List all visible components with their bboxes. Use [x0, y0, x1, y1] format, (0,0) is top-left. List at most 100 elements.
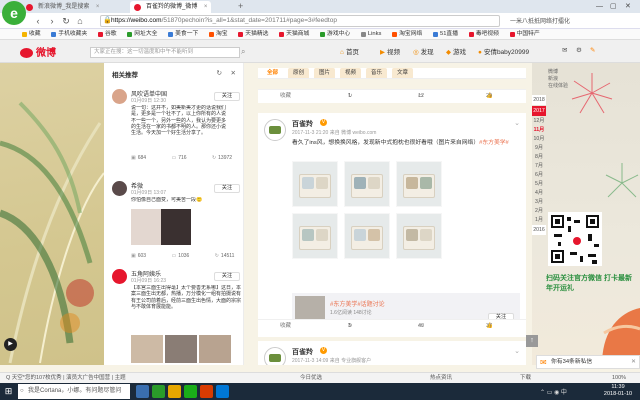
grid-image[interactable]: [344, 161, 390, 207]
settings-icon[interactable]: ⚙: [576, 46, 582, 54]
topic-link[interactable]: #东方美学#: [479, 140, 509, 146]
timeline-month[interactable]: 8月: [532, 153, 546, 162]
grid-image[interactable]: [396, 213, 442, 259]
bookmark-item[interactable]: 淘宝: [208, 29, 228, 39]
status-news[interactable]: Q 天空*您的107枚优秀 | 演员大广告中国营 | 主题: [6, 373, 126, 383]
grid-image[interactable]: [292, 213, 338, 259]
home-icon[interactable]: ⌂: [74, 15, 86, 27]
weibo-search-input[interactable]: 大家正在搜：这一切温度和中午不能听到: [90, 47, 240, 58]
maximize-icon[interactable]: ▢: [610, 0, 617, 13]
browser-taskbar-icon[interactable]: [152, 385, 165, 398]
nav-home[interactable]: ⌂ 首页: [340, 46, 359, 56]
grid-image[interactable]: [396, 161, 442, 207]
file-explorer-icon[interactable]: [168, 385, 181, 398]
timeline-month[interactable]: 3月: [532, 198, 546, 207]
follow-button[interactable]: 关注: [214, 184, 240, 193]
like-stat[interactable]: ▣ 684: [131, 155, 158, 161]
timeline-month[interactable]: 10月: [532, 135, 546, 144]
nav-games[interactable]: ◆ 游戏: [446, 46, 466, 56]
avatar[interactable]: [264, 119, 286, 141]
refresh-icon[interactable]: ↻: [60, 15, 72, 27]
windows-start-icon[interactable]: ⊞: [2, 385, 15, 398]
chevron-down-icon[interactable]: ⌄: [514, 347, 520, 355]
app-icon[interactable]: [200, 385, 213, 398]
grid-image[interactable]: [292, 161, 338, 207]
timeline-month[interactable]: 4月: [532, 189, 546, 198]
timeline-month[interactable]: 1月: [532, 216, 546, 225]
profile-line[interactable]: 新浪: [548, 75, 628, 82]
refresh-icon[interactable]: ↻: [217, 69, 222, 77]
search-icon[interactable]: ⌕: [241, 47, 245, 57]
back-to-top-icon[interactable]: ↑: [526, 335, 538, 347]
bookmark-item[interactable]: 毒吧视频: [468, 29, 499, 39]
avatar[interactable]: [264, 347, 286, 365]
post-image[interactable]: [131, 209, 191, 245]
nav-user[interactable]: ● 安倩baby20999: [478, 46, 529, 56]
wechat-icon[interactable]: [184, 385, 197, 398]
nav-discover[interactable]: ◎ 发现: [413, 46, 434, 56]
bookmark-item[interactable]: 淘宝网络: [392, 29, 422, 39]
grid-image[interactable]: [344, 213, 390, 259]
close-window-icon[interactable]: ✕: [625, 0, 631, 13]
post-time[interactable]: 2017-11-3 14:09 来自 专业旗舰客户: [292, 357, 371, 364]
timeline-year[interactable]: 2018: [532, 95, 546, 105]
bookmark-item[interactable]: 谷歌: [97, 29, 117, 39]
bookmark-item[interactable]: Links: [360, 29, 381, 39]
avatar[interactable]: [112, 269, 127, 284]
bookmark-item[interactable]: 天猫商城: [279, 29, 309, 39]
tab-pechoin[interactable]: 百雀羚的微博_微博 ×: [130, 1, 212, 13]
topic-title[interactable]: #东方美学#话题讨论: [330, 299, 385, 308]
post-author[interactable]: 百雀羚: [292, 119, 313, 129]
back-icon[interactable]: ‹: [32, 15, 44, 27]
status-item[interactable]: 热点资讯: [430, 373, 452, 383]
zoom-level[interactable]: 100%: [612, 373, 626, 383]
bookmark-item[interactable]: 美食一下: [168, 29, 198, 39]
post-author[interactable]: 百雀羚: [292, 347, 313, 357]
system-tray[interactable]: ⌃ ▭ ◉ 中: [540, 387, 567, 396]
timeline-month[interactable]: 6月: [532, 171, 546, 180]
tab-search[interactable]: 新浪微博_我是搜索 ×: [22, 1, 103, 13]
repost-stat[interactable]: ↻ 14511: [215, 253, 243, 259]
tab-video[interactable]: 视频: [340, 68, 362, 78]
repost-stat[interactable]: ↻ 13972: [212, 155, 243, 161]
forward-icon[interactable]: ›: [46, 15, 58, 27]
new-tab-button[interactable]: +: [238, 0, 243, 13]
close-icon[interactable]: ✕: [231, 69, 236, 77]
timeline-month[interactable]: 11月: [532, 126, 546, 135]
post-image[interactable]: [131, 335, 231, 363]
app-icon[interactable]: [216, 385, 229, 398]
compose-icon[interactable]: ✎: [590, 46, 595, 54]
like-stat[interactable]: ▣ 603: [131, 253, 158, 259]
tab-music[interactable]: 音乐: [366, 68, 388, 78]
timeline-month[interactable]: 5月: [532, 180, 546, 189]
timeline-year[interactable]: 2016: [532, 225, 546, 235]
close-icon[interactable]: ✕: [631, 356, 636, 368]
bookmark-item[interactable]: 收藏: [22, 29, 41, 39]
follow-button[interactable]: 关注: [214, 272, 240, 281]
profile-line[interactable]: 在线体验: [548, 82, 628, 89]
tab-all[interactable]: 全部: [262, 68, 284, 78]
clock[interactable]: 11:39 2018-01-10: [600, 384, 636, 398]
timeline-month[interactable]: 2月: [532, 207, 546, 216]
message-icon[interactable]: ✉: [562, 46, 567, 54]
chevron-down-icon[interactable]: ⌄: [514, 119, 520, 127]
tab-original[interactable]: 原创: [288, 68, 310, 78]
play-icon[interactable]: ▶: [4, 338, 17, 351]
timeline-year[interactable]: 2017: [532, 106, 546, 116]
bookmark-item[interactable]: 手机收藏夹: [51, 29, 87, 39]
address-suggestion[interactable]: 一米八抵抵网络打擂化: [510, 16, 570, 25]
bookmark-item[interactable]: 天猫精选: [238, 29, 268, 39]
cortana-search-box[interactable]: ○ 我是Cortana，小娜。有问题尽管问我。: [18, 384, 130, 399]
post-time[interactable]: 2017-11-3 21:20 来自 微博 weibo.com: [292, 129, 376, 136]
bookmark-item[interactable]: 网址大全: [127, 29, 157, 39]
status-item[interactable]: 下载: [520, 373, 531, 383]
close-icon[interactable]: ×: [204, 1, 208, 13]
nav-video[interactable]: ▶ 视频: [380, 46, 400, 56]
timeline-month[interactable]: 7月: [532, 162, 546, 171]
close-icon[interactable]: ×: [96, 1, 100, 13]
tab-images[interactable]: 图片: [314, 68, 336, 78]
collect-button[interactable]: 收藏: [280, 320, 291, 333]
timeline-month[interactable]: 9月: [532, 144, 546, 153]
comment-stat[interactable]: ▭ 1036: [171, 253, 201, 259]
avatar[interactable]: [112, 89, 127, 104]
